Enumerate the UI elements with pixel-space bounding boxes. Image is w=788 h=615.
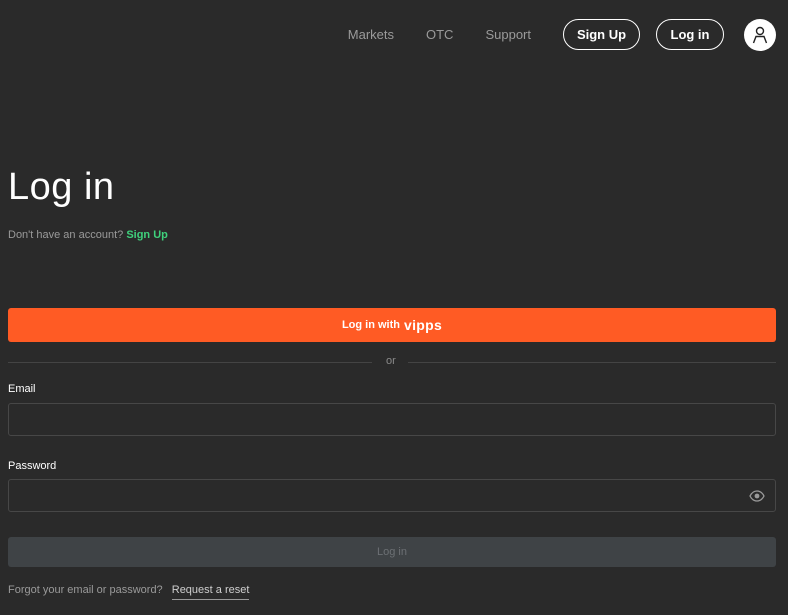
- divider-text: or: [386, 355, 396, 367]
- password-field[interactable]: [9, 480, 775, 511]
- vipps-logo: vipps: [403, 317, 443, 333]
- forgot-text: Forgot your email or password?: [8, 584, 163, 596]
- page-title: Log in: [8, 166, 115, 208]
- request-reset-link[interactable]: Request a reset: [171, 584, 250, 600]
- divider-line-left: [8, 362, 372, 363]
- password-label: Password: [8, 460, 57, 472]
- person-icon: [752, 26, 768, 43]
- nav-support[interactable]: Support: [485, 27, 531, 42]
- signup-button[interactable]: Sign Up: [563, 19, 640, 50]
- top-nav: Markets OTC Support Sign Up Log in: [348, 18, 776, 51]
- eye-icon[interactable]: [749, 488, 765, 509]
- submit-login-button[interactable]: Log in: [8, 537, 776, 567]
- nav-otc[interactable]: OTC: [426, 27, 453, 42]
- vipps-button-label: Log in with: [341, 319, 400, 331]
- email-field[interactable]: [9, 404, 775, 435]
- forgot-prompt: Forgot your email or password? Request a…: [8, 584, 250, 600]
- or-divider: or: [8, 355, 776, 369]
- email-field-wrapper: [8, 403, 776, 436]
- signup-prompt: Don't have an account? Sign Up: [8, 229, 168, 241]
- no-account-text: Don't have an account?: [8, 229, 124, 241]
- nav-markets[interactable]: Markets: [348, 27, 394, 42]
- email-label: Email: [8, 383, 36, 395]
- vipps-login-button[interactable]: Log in with vipps: [8, 308, 776, 342]
- divider-line-right: [408, 362, 776, 363]
- password-field-wrapper: [8, 479, 776, 512]
- signup-link[interactable]: Sign Up: [126, 229, 168, 241]
- user-icon[interactable]: [744, 18, 776, 51]
- login-button[interactable]: Log in: [656, 19, 724, 50]
